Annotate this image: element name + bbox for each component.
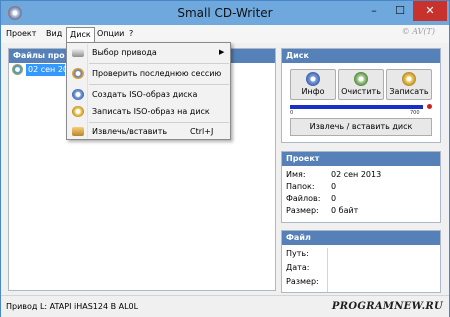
project-size-row: Размер: 0 байт (286, 205, 358, 217)
project-info-panel: Проект Имя: 02 сен 2013 Папок: 0 Файлов:… (281, 151, 441, 223)
disk-erase-label: Очистить (341, 87, 381, 96)
menu-options[interactable]: Опции (94, 27, 127, 42)
close-button[interactable]: ✕ (413, 1, 447, 21)
disk-usage-marker (427, 104, 432, 109)
maximize-button[interactable]: ☐ (387, 1, 413, 21)
menu-help[interactable]: ? (126, 27, 136, 42)
menu-separator (89, 84, 229, 85)
status-bar: Привод L: ATAPI iHAS124 B AL0L PROGRAMNE… (1, 295, 449, 317)
project-size-value: 0 байт (331, 206, 359, 215)
disk-info-button[interactable]: Инфо (290, 69, 336, 100)
file-size-row: Размер: (286, 276, 328, 288)
project-name-label: Имя: (286, 170, 306, 179)
project-folders-value: 0 (331, 182, 337, 191)
disk-scale-min: 0 (290, 110, 294, 116)
project-panel-header: Проект (282, 152, 440, 166)
disk-burn-label: Записать (389, 87, 429, 96)
cd-disc-icon (12, 64, 23, 75)
project-folders-label: Папок: (286, 182, 315, 191)
menu-item-check-session[interactable]: Проверить последнюю сессию (68, 65, 229, 82)
disk-menu-dropdown: Выбор привода ▶ Проверить последнюю сесс… (66, 42, 231, 140)
menu-item-check-session-label: Проверить последнюю сессию (92, 69, 222, 78)
submenu-arrow-icon: ▶ (219, 48, 225, 56)
menu-item-create-iso-label: Создать ISO-образ диска (92, 90, 198, 99)
session-icon (72, 68, 84, 79)
project-files-label: Файлов: (286, 194, 321, 203)
disk-panel: Диск Инфо Очистить Записать 0 700 Извлеч… (281, 48, 441, 143)
erase-disc-icon (354, 72, 368, 86)
info-disc-icon (306, 72, 320, 86)
project-files-row: Файлов: 0 (286, 193, 336, 205)
file-date-label: Дата: (286, 263, 310, 272)
menu-separator (89, 63, 229, 64)
file-path-row: Путь: (286, 248, 328, 260)
minimize-button[interactable]: – (361, 1, 387, 21)
burn-disc-icon (402, 72, 416, 86)
menu-item-write-iso[interactable]: Записать ISO-образ на диск (68, 103, 229, 120)
project-folders-row: Папок: 0 (286, 181, 336, 193)
disk-scale-max: 700 (410, 110, 420, 116)
disk-panel-header: Диск (282, 49, 440, 63)
file-size-label: Размер: (286, 277, 319, 286)
menu-item-eject-shortcut: Ctrl+J (190, 127, 214, 136)
project-name-row: Имя: 02 сен 2013 (286, 169, 381, 181)
menu-item-write-iso-label: Записать ISO-образ на диск (92, 107, 210, 116)
project-tree-item-label[interactable]: 02 сен 20 (26, 64, 65, 76)
menu-item-eject-label: Извлечь/вставить (92, 127, 168, 136)
menu-item-eject[interactable]: Извлечь/вставить Ctrl+J (68, 123, 229, 140)
drive-status-text: Привод L: ATAPI iHAS124 B AL0L (6, 302, 139, 311)
iso-create-icon (72, 89, 84, 100)
menu-project[interactable]: Проект (3, 27, 39, 42)
disk-erase-button[interactable]: Очистить (338, 69, 384, 100)
copyright-label: © AV(T) (401, 27, 435, 36)
disk-burn-button[interactable]: Записать (386, 69, 432, 100)
watermark: PROGRAMNEW.RU (331, 301, 443, 312)
menu-item-create-iso[interactable]: Создать ISO-образ диска (68, 86, 229, 103)
project-size-label: Размер: (286, 206, 319, 215)
iso-write-icon (72, 106, 84, 117)
project-files-value: 0 (331, 194, 337, 203)
app-window: Small CD-Writer – ☐ ✕ Проект Вид Диск Оп… (0, 0, 450, 317)
file-info-panel: Файл Путь: Дата: Размер: (281, 230, 441, 293)
eject-icon (72, 127, 84, 136)
drive-icon (72, 49, 84, 57)
menu-bar: Проект Вид Диск Опции ? © AV(T) (1, 25, 449, 44)
file-panel-header: Файл (282, 231, 440, 245)
file-path-label: Путь: (286, 249, 309, 258)
project-name-value: 02 сен 2013 (331, 170, 382, 179)
menu-view[interactable]: Вид (43, 27, 65, 42)
disk-usage-bar (290, 105, 423, 109)
menu-item-select-drive-label: Выбор привода (92, 48, 157, 57)
file-date-row: Дата: (286, 262, 328, 274)
menu-item-select-drive[interactable]: Выбор привода ▶ (68, 44, 229, 61)
disk-info-label: Инфо (301, 87, 325, 96)
title-bar[interactable]: Small CD-Writer – ☐ ✕ (1, 1, 449, 25)
eject-insert-disk-button[interactable]: Извлечь / вставить диск (290, 118, 432, 136)
